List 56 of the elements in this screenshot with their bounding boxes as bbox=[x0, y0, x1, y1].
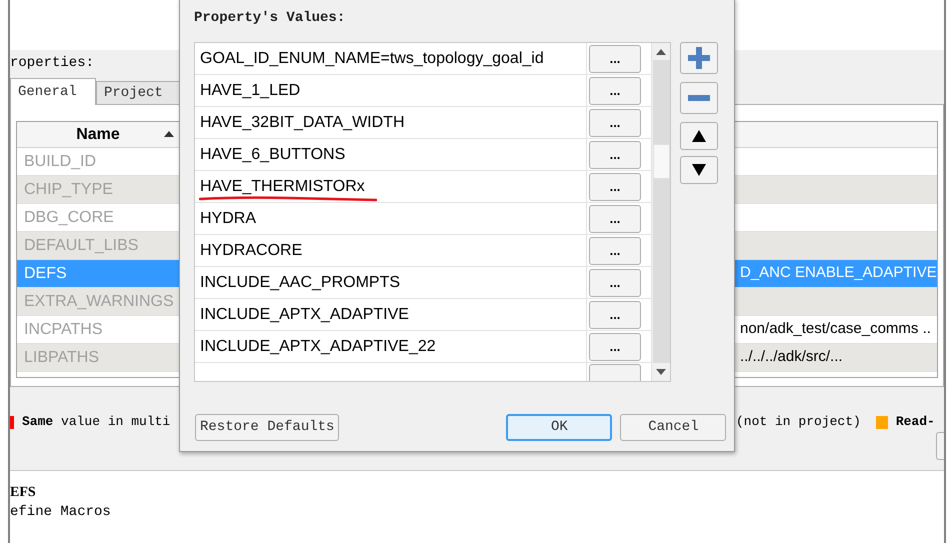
property-name: LIBPATHS bbox=[23, 348, 100, 368]
property-name: DBG_CORE bbox=[23, 208, 115, 228]
add-button[interactable] bbox=[680, 42, 718, 74]
value-item[interactable]: GOAL_ID_ENUM_NAME=tws_topology_goal_id bbox=[200, 46, 544, 70]
edit-value-button[interactable]: ... bbox=[589, 333, 641, 361]
move-up-button[interactable] bbox=[680, 122, 718, 150]
value-item[interactable]: INCLUDE_APTX_ADAPTIVE_22 bbox=[200, 334, 436, 358]
edit-value-button[interactable]: ... bbox=[589, 109, 641, 137]
scrollbar-thumb[interactable] bbox=[652, 144, 670, 179]
edit-value-button[interactable]: ... bbox=[589, 173, 641, 201]
property-name: INCPATHS bbox=[23, 320, 104, 340]
value-item[interactable]: HAVE_6_BUTTONS bbox=[200, 142, 346, 166]
legend-label: Read- bbox=[896, 413, 935, 432]
up-triangle-icon bbox=[692, 130, 706, 142]
remove-button[interactable] bbox=[680, 82, 718, 114]
property-name: EXTRA_WARNINGS bbox=[23, 292, 175, 312]
edit-value-button[interactable]: ... bbox=[589, 45, 641, 73]
property-value: D_ANC ENABLE_ADAPTIVE bbox=[740, 263, 937, 284]
dialog-heading: Property's Values: bbox=[194, 9, 346, 28]
value-item[interactable]: INCLUDE_AAC_PROMPTS bbox=[200, 270, 400, 294]
edit-value-button[interactable]: ... bbox=[589, 77, 641, 105]
property-name: DEFS bbox=[23, 264, 68, 284]
value-item[interactable]: HAVE_THERMISTORx bbox=[200, 174, 365, 198]
value-item[interactable]: HAVE_32BIT_DATA_WIDTH bbox=[200, 110, 404, 134]
legend-label: (not in project) bbox=[736, 413, 861, 432]
value-item[interactable]: HYDRACORE bbox=[200, 238, 302, 262]
cancel-button[interactable]: Cancel bbox=[620, 414, 726, 441]
scrollbar[interactable] bbox=[651, 43, 670, 381]
plus-icon bbox=[688, 47, 710, 69]
move-down-button[interactable] bbox=[680, 156, 718, 184]
property-value: non/adk_test/case_comms .. bbox=[740, 319, 931, 340]
edit-value-button[interactable]: ... bbox=[589, 301, 641, 329]
properties-label: roperties: bbox=[10, 54, 94, 73]
value-item[interactable]: INCLUDE_APTX_ADAPTIVE bbox=[200, 302, 409, 326]
edit-value-button[interactable]: ... bbox=[589, 141, 641, 169]
description-text: efine Macros bbox=[10, 503, 111, 522]
property-name: CHIP_TYPE bbox=[23, 180, 114, 200]
tab[interactable]: General bbox=[10, 78, 96, 105]
description-title: EFS bbox=[10, 484, 36, 502]
legend-label: Same value in multi bbox=[22, 413, 170, 432]
property-name: DEFAULT_LIBS bbox=[23, 236, 140, 256]
property-value: ../../../adk/src/... bbox=[740, 347, 843, 368]
sort-arrow-icon bbox=[164, 131, 174, 137]
edit-value-button[interactable]: ... bbox=[589, 237, 641, 265]
ok-button[interactable]: OK bbox=[506, 414, 612, 441]
down-triangle-icon bbox=[692, 164, 706, 176]
edit-value-button[interactable]: ... bbox=[589, 205, 641, 233]
property-name: BUILD_ID bbox=[23, 152, 98, 172]
partial-button[interactable] bbox=[936, 432, 944, 460]
scroll-down-icon[interactable] bbox=[656, 369, 666, 375]
tab[interactable]: Project bbox=[96, 81, 182, 105]
minus-icon bbox=[688, 95, 710, 101]
edit-value-button[interactable]: ... bbox=[589, 269, 641, 297]
restore-defaults-button[interactable]: Restore Defaults bbox=[195, 414, 340, 441]
value-item[interactable]: HAVE_1_LED bbox=[200, 78, 300, 102]
value-item[interactable]: HYDRA bbox=[200, 206, 256, 230]
